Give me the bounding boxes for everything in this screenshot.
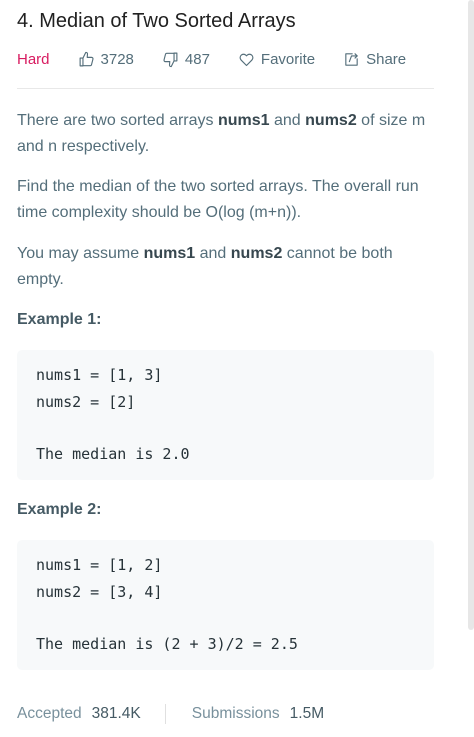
code-line: nums1 = [1, 3] [36, 366, 163, 384]
example-2-code: nums1 = [1, 2] nums2 = [3, 4] The median… [17, 540, 434, 670]
example-1-code: nums1 = [1, 3] nums2 = [2] The median is… [17, 350, 434, 480]
submission-stats: Accepted 381.4K Submissions 1.5M [17, 703, 324, 725]
code-term-nums1: nums1 [217, 112, 270, 129]
code-term-nums2: nums2 [305, 112, 357, 129]
share-icon [345, 52, 358, 66]
accepted-value: 381.4K [91, 705, 141, 722]
code-line: nums2 = [2] [36, 393, 136, 411]
code-term-nums2: nums2 [230, 245, 283, 262]
difficulty-badge: Hard [17, 50, 50, 68]
scrollbar[interactable] [468, 0, 474, 630]
text-span: and [269, 112, 306, 129]
share-button[interactable]: Share [343, 51, 406, 68]
submissions-value: 1.5M [289, 705, 325, 722]
stats-divider [164, 704, 166, 724]
example-1-title: Example 1: [17, 311, 102, 328]
thumbs-down-icon [163, 52, 178, 67]
like-button[interactable]: 3728 [78, 51, 134, 68]
problem-title: 4. Median of Two Sorted Arrays [17, 10, 296, 32]
code-line: nums2 = [3, 4] [36, 583, 163, 601]
share-label: Share [366, 50, 407, 68]
header-divider [17, 88, 434, 89]
like-count: 3728 [100, 50, 134, 68]
text-span: There are two sorted arrays [17, 112, 218, 129]
heart-icon [239, 53, 254, 66]
problem-meta-bar: Hard 3728 487 Favorite Share [17, 48, 434, 70]
description-paragraph-1: There are two sorted arrays nums1 and nu… [17, 108, 427, 160]
accepted-label: Accepted [17, 705, 82, 722]
code-line: nums1 = [1, 2] [36, 556, 163, 574]
description-paragraph-2: Find the median of the two sorted arrays… [17, 178, 419, 221]
code-line: The median is (2 + 3)/2 = 2.5 [36, 635, 298, 653]
dislike-count: 487 [184, 50, 210, 68]
favorite-button[interactable]: Favorite [238, 51, 315, 68]
thumbs-up-icon [79, 51, 94, 66]
example-2-title: Example 2: [17, 501, 102, 518]
code-line: The median is 2.0 [36, 445, 190, 463]
code-term-nums1: nums1 [143, 245, 196, 262]
dislike-button[interactable]: 487 [162, 51, 210, 68]
text-span: and [195, 245, 231, 262]
text-span: You may assume [17, 245, 144, 262]
favorite-label: Favorite [260, 50, 316, 68]
description-paragraph-3: You may assume nums1 and nums2 cannot be… [17, 241, 427, 293]
submissions-label: Submissions [191, 705, 280, 722]
